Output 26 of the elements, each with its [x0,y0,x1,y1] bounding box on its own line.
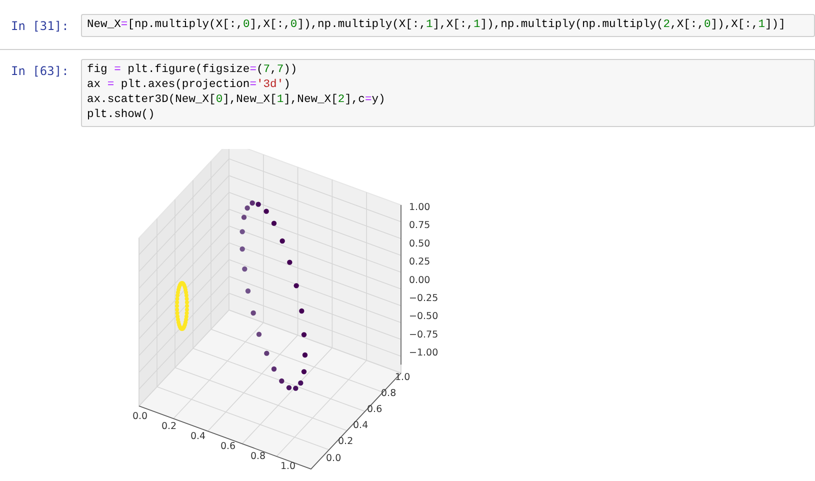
tick-label: −0.50 [409,311,438,322]
tick-label: 0.00 [409,274,430,286]
cell-prompt: In [63]: [10,63,70,79]
tick-label: 0.50 [409,238,430,250]
code-cell[interactable]: fig = plt.figure(figsize=(7,7)) ax = plt.axes(projection='3d') ax.scatter3D(New_X[0],New_X[1],New_X[2],c=y) plt.show() [81,59,815,127]
tick-label: −1.00 [409,348,438,359]
code-cell[interactable]: New_X=[np.multiply(X[:,0],X[:,0]),np.multiply(X[:,1],X[:,1]),np.multiply(np.multiply(2,X[:,0]),X[:,1])] [81,14,815,37]
tick-label: 0.2 [338,436,354,447]
cell-prompt: In [31]: [10,18,70,34]
tick-label: 0.8 [381,388,396,399]
tick-label: 0.4 [190,431,206,442]
tick-label: 0.25 [409,256,430,268]
tick-label: 0.4 [353,420,368,431]
tick-label: 0.0 [326,453,342,464]
tick-label: 0.6 [220,441,236,452]
tick-label: 1.0 [280,461,296,472]
tick-label: −0.75 [409,329,438,340]
tick-label: −0.25 [409,293,438,304]
ring-points-drawing [175,281,189,331]
tick-label: 0.2 [161,421,177,432]
tick-label: 0.6 [367,404,382,415]
tick-label: 1.0 [395,372,410,383]
tick-label: 1.00 [409,202,430,213]
tick-label: 0.8 [250,451,266,462]
tick-label: 0.0 [132,411,148,422]
tick-label: 0.75 [409,220,430,232]
